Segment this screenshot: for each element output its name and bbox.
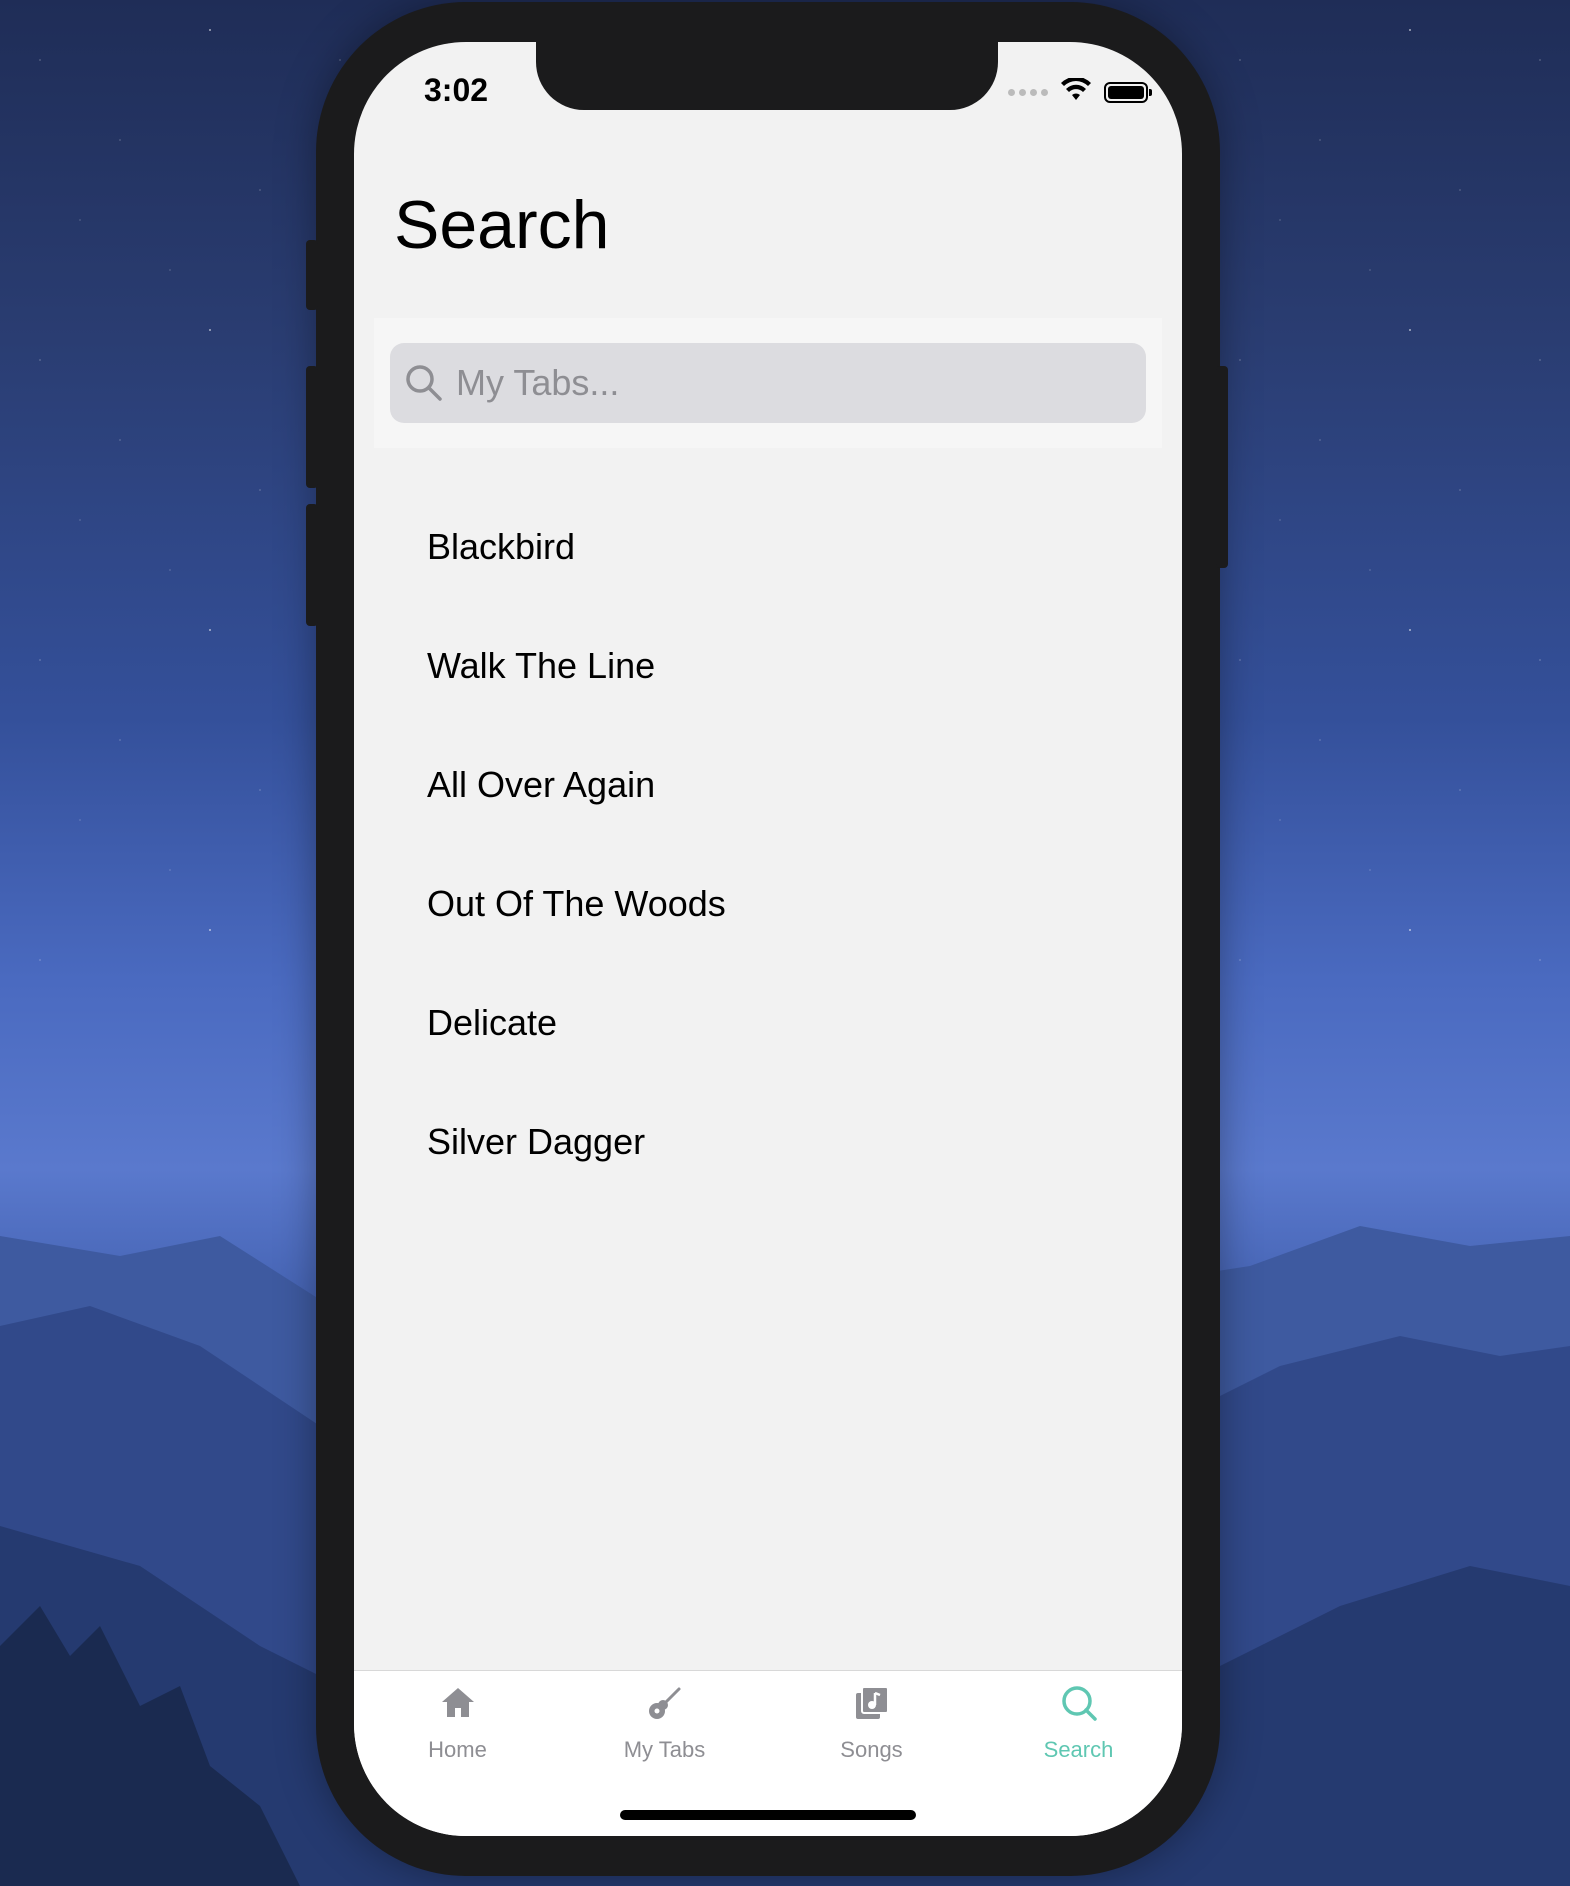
wifi-icon — [1060, 76, 1092, 106]
cellular-signal-icon — [1008, 88, 1048, 96]
tab-my-tabs[interactable]: My Tabs — [561, 1683, 768, 1763]
tab-label: Songs — [840, 1737, 903, 1762]
tab-label: Home — [428, 1737, 487, 1762]
list-item[interactable]: Silver Dagger — [354, 1082, 1182, 1201]
app-screen: 3:02 Search My Tabs... Blackbird Walk Th… — [354, 42, 1182, 1836]
search-icon — [1059, 1683, 1099, 1727]
results-list: Blackbird Walk The Line All Over Again O… — [354, 487, 1182, 1201]
phone-frame: 3:02 Search My Tabs... Blackbird Walk Th… — [306, 2, 1228, 1876]
silent-switch — [306, 240, 318, 310]
desktop-background: 3:02 Search My Tabs... Blackbird Walk Th… — [0, 0, 1570, 1886]
tab-label: My Tabs — [623, 1737, 706, 1762]
list-item[interactable]: Blackbird — [354, 487, 1182, 606]
battery-icon — [1104, 81, 1152, 103]
list-item[interactable]: Delicate — [354, 963, 1182, 1082]
guitar-icon — [645, 1683, 685, 1727]
music-library-icon — [852, 1683, 892, 1727]
tab-label: Search — [1043, 1737, 1114, 1762]
page-title: Search — [394, 187, 610, 263]
volume-down-button — [306, 504, 318, 626]
search-icon — [404, 363, 444, 403]
list-item[interactable]: Out Of The Woods — [354, 844, 1182, 963]
home-indicator[interactable] — [620, 1810, 916, 1820]
home-icon — [438, 1683, 478, 1727]
list-item[interactable]: Walk The Line — [354, 606, 1182, 725]
search-input[interactable] — [454, 361, 1118, 405]
tab-search[interactable]: Search — [975, 1683, 1182, 1763]
power-button — [1216, 366, 1228, 568]
volume-up-button — [306, 366, 318, 488]
list-item[interactable]: All Over Again — [354, 725, 1182, 844]
search-bar[interactable] — [390, 343, 1146, 423]
status-time: 3:02 — [424, 72, 489, 108]
search-container — [374, 318, 1162, 448]
tab-songs[interactable]: Songs — [768, 1683, 975, 1763]
notch — [536, 42, 998, 110]
tab-home[interactable]: Home — [354, 1683, 561, 1763]
status-indicators — [1008, 76, 1152, 106]
